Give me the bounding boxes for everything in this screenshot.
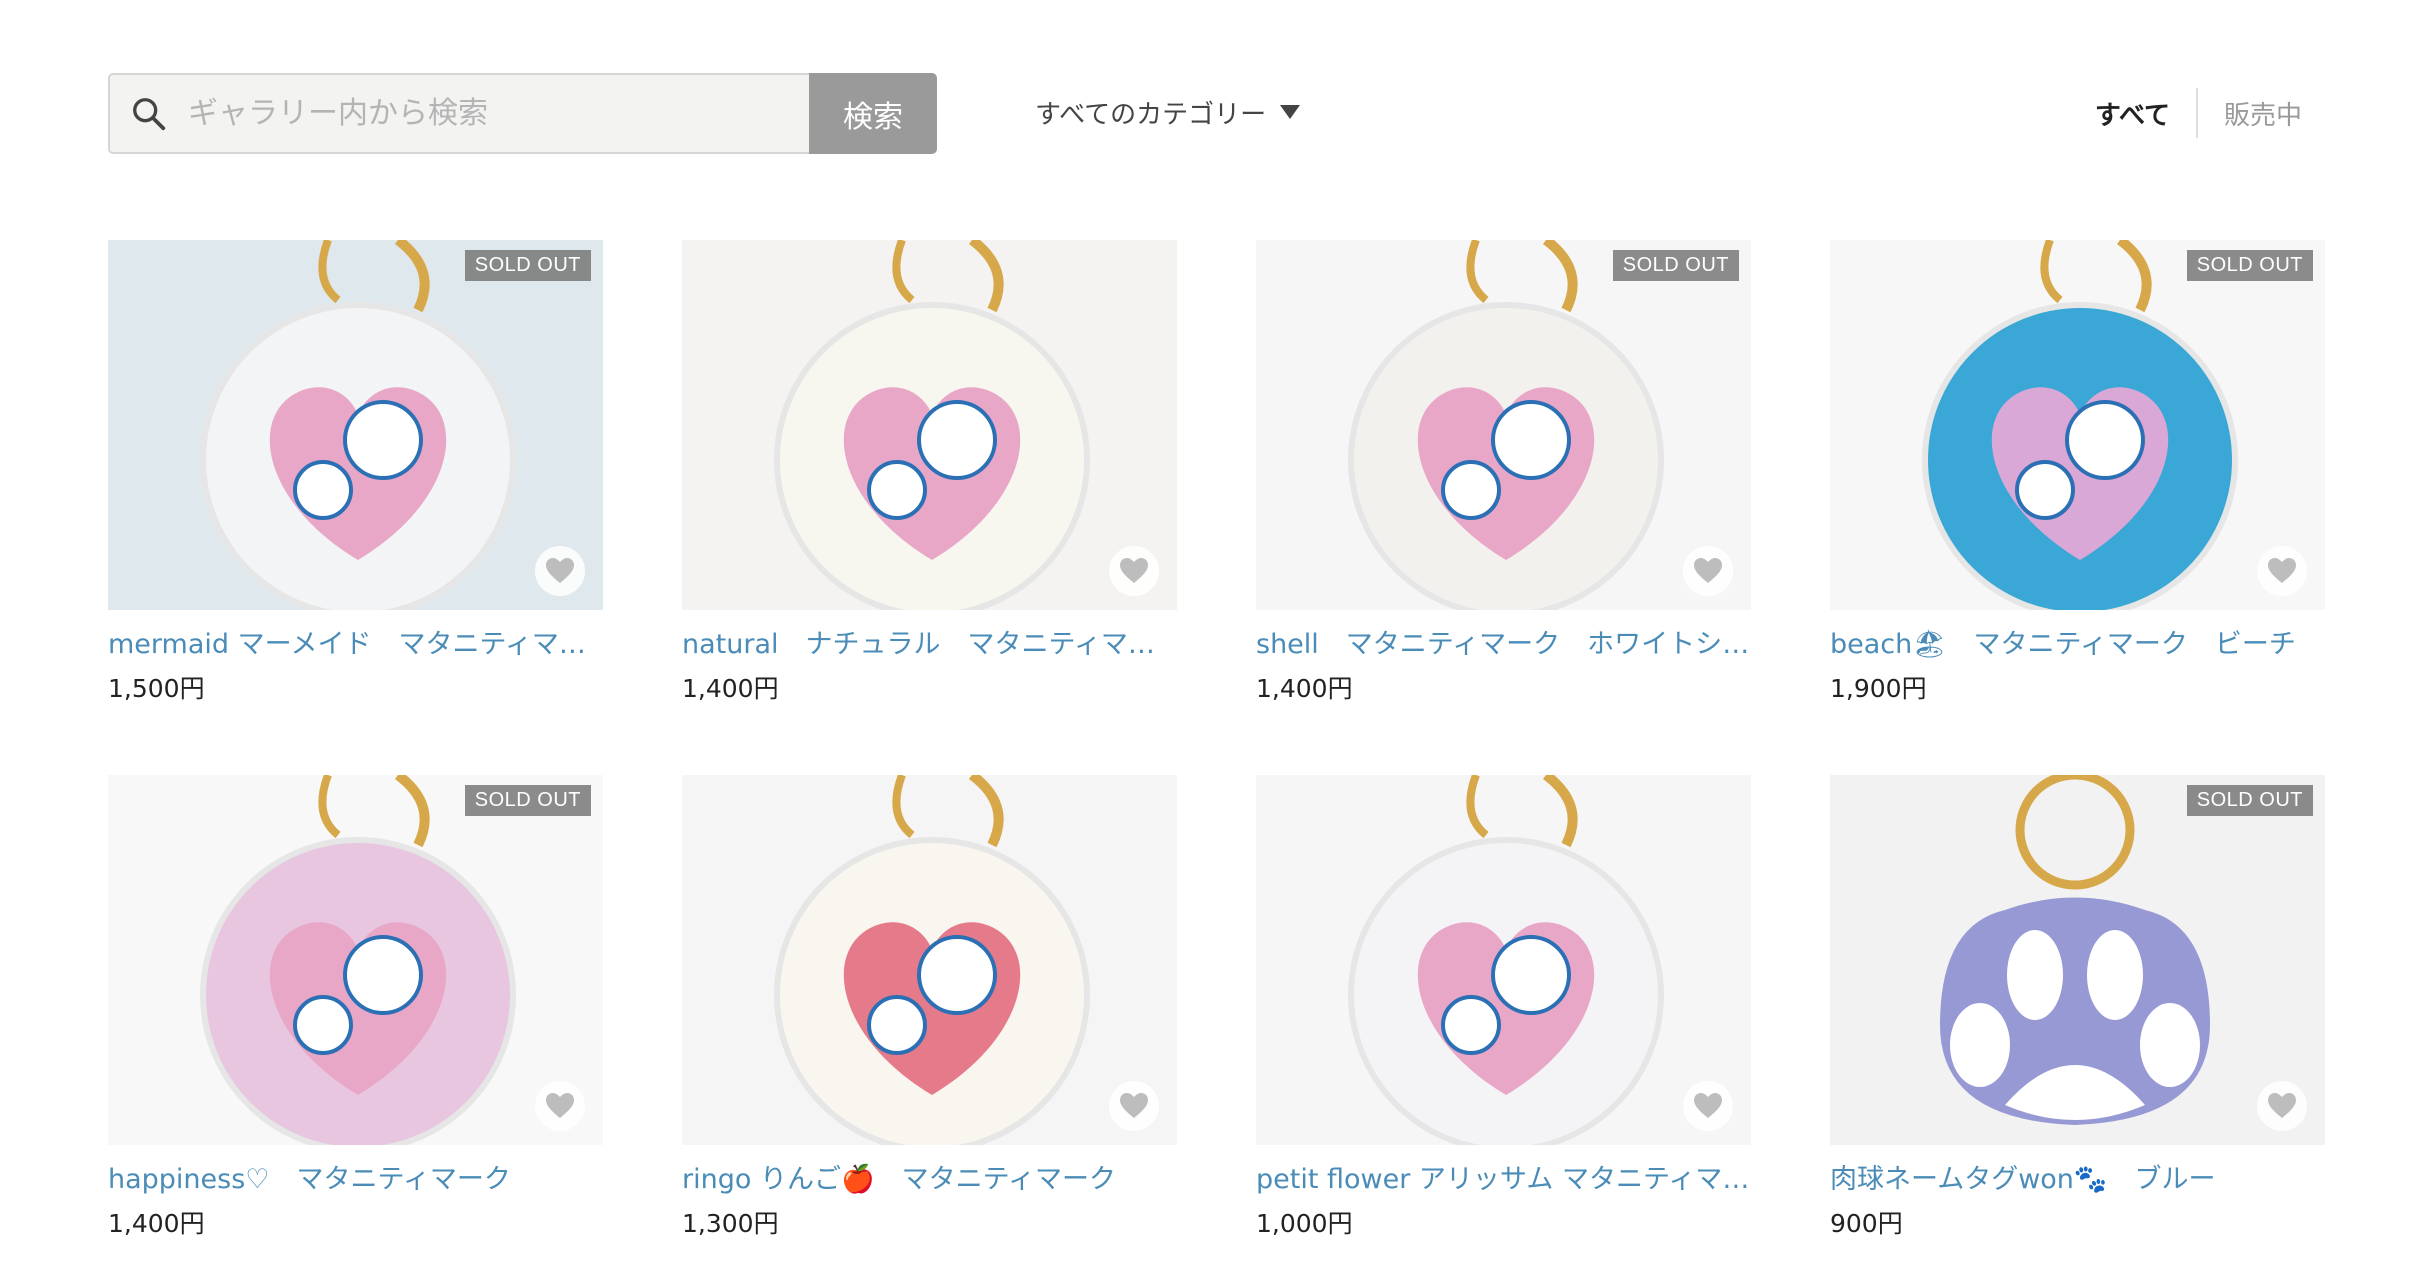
- product-title[interactable]: happiness♡ マタニティマーク: [108, 1157, 603, 1196]
- caret-down-icon: [1280, 105, 1301, 119]
- favorite-button[interactable]: [2257, 1081, 2307, 1131]
- product-thumbnail[interactable]: SOLD OUT: [1256, 240, 1751, 610]
- sold-out-badge: SOLD OUT: [2186, 250, 2313, 281]
- favorite-button[interactable]: [1109, 546, 1159, 596]
- product-card[interactable]: petit flower アリッサム マタニティマーク 1,000円: [1256, 775, 1751, 1280]
- category-dropdown[interactable]: すべてのカテゴリー: [1035, 92, 1301, 132]
- search-input[interactable]: [188, 96, 748, 131]
- product-card[interactable]: ringo りんご🍎 マタニティマーク 1,300円: [682, 775, 1177, 1280]
- filter-selling-tab[interactable]: 販売中: [2198, 95, 2302, 132]
- heart-icon: [1694, 558, 1722, 583]
- gallery-search: 検索: [108, 73, 937, 154]
- product-image: [682, 240, 1177, 610]
- category-selected-label: すべてのカテゴリー: [1035, 99, 1267, 130]
- product-thumbnail[interactable]: [682, 775, 1177, 1145]
- product-price: 900円: [1830, 1209, 1903, 1238]
- product-card[interactable]: SOLD OUT shell マタニティマーク ホワイトシェル 1,400円: [1256, 240, 1751, 775]
- product-title[interactable]: ringo りんご🍎 マタニティマーク: [682, 1157, 1177, 1196]
- product-title[interactable]: natural ナチュラル マタニティマーク: [682, 622, 1177, 661]
- favorite-button[interactable]: [535, 546, 585, 596]
- search-icon: [133, 97, 166, 130]
- product-image: [108, 775, 603, 1145]
- product-card[interactable]: natural ナチュラル マタニティマーク 1,400円: [682, 240, 1177, 775]
- product-title[interactable]: petit flower アリッサム マタニティマーク: [1256, 1157, 1751, 1196]
- heart-icon: [2268, 558, 2296, 583]
- product-thumbnail[interactable]: [1256, 775, 1751, 1145]
- product-price: 1,400円: [108, 1209, 205, 1238]
- sold-out-badge: SOLD OUT: [1612, 250, 1739, 281]
- favorite-button[interactable]: [1109, 1081, 1159, 1131]
- product-image: [1256, 240, 1751, 610]
- product-thumbnail[interactable]: SOLD OUT: [1830, 240, 2325, 610]
- heart-icon: [1120, 1093, 1148, 1118]
- product-thumbnail[interactable]: SOLD OUT: [1830, 775, 2325, 1145]
- product-price: 1,400円: [1256, 674, 1353, 703]
- product-card[interactable]: SOLD OUT mermaid マーメイド マタニティマーク ホワイト 1,5…: [108, 240, 603, 775]
- product-image: [108, 240, 603, 610]
- favorite-button[interactable]: [2257, 546, 2307, 596]
- product-title[interactable]: shell マタニティマーク ホワイトシェル: [1256, 622, 1751, 661]
- heart-icon: [546, 1093, 574, 1118]
- favorite-button[interactable]: [1683, 546, 1733, 596]
- sold-out-badge: SOLD OUT: [464, 785, 591, 816]
- product-price: 1,900円: [1830, 674, 1927, 703]
- availability-filter: すべて 販売中: [2095, 88, 2302, 138]
- heart-icon: [2268, 1093, 2296, 1118]
- product-price: 1,300円: [682, 1209, 779, 1238]
- product-price: 1,500円: [108, 674, 205, 703]
- search-field-container[interactable]: [108, 73, 809, 154]
- heart-icon: [546, 558, 574, 583]
- product-image: [682, 775, 1177, 1145]
- sold-out-badge: SOLD OUT: [2186, 785, 2313, 816]
- heart-icon: [1694, 1093, 1722, 1118]
- sold-out-badge: SOLD OUT: [464, 250, 591, 281]
- product-thumbnail[interactable]: SOLD OUT: [108, 775, 603, 1145]
- product-card[interactable]: SOLD OUT happiness♡ マタニティマーク 1,400円: [108, 775, 603, 1280]
- product-image: [1830, 240, 2325, 610]
- favorite-button[interactable]: [1683, 1081, 1733, 1131]
- product-title[interactable]: mermaid マーメイド マタニティマーク ホワイト: [108, 622, 603, 661]
- product-image: [1830, 775, 2325, 1145]
- product-price: 1,400円: [682, 674, 779, 703]
- product-card[interactable]: SOLD OUT 肉球ネームタグwon🐾 ブルー 900円: [1830, 775, 2325, 1280]
- product-thumbnail[interactable]: SOLD OUT: [108, 240, 603, 610]
- filter-all-tab[interactable]: すべて: [2095, 95, 2196, 132]
- product-title[interactable]: 肉球ネームタグwon🐾 ブルー: [1830, 1157, 2325, 1196]
- product-price: 1,000円: [1256, 1209, 1353, 1238]
- product-thumbnail[interactable]: [682, 240, 1177, 610]
- product-grid: SOLD OUT mermaid マーメイド マタニティマーク ホワイト 1,5…: [108, 240, 2325, 1280]
- search-button[interactable]: 検索: [809, 73, 937, 154]
- favorite-button[interactable]: [535, 1081, 585, 1131]
- product-title[interactable]: beach🏖 マタニティマーク ビーチ: [1830, 622, 2325, 661]
- heart-icon: [1120, 558, 1148, 583]
- product-image: [1256, 775, 1751, 1145]
- product-card[interactable]: SOLD OUT beach🏖 マタニティマーク ビーチ 1,900円: [1830, 240, 2325, 775]
